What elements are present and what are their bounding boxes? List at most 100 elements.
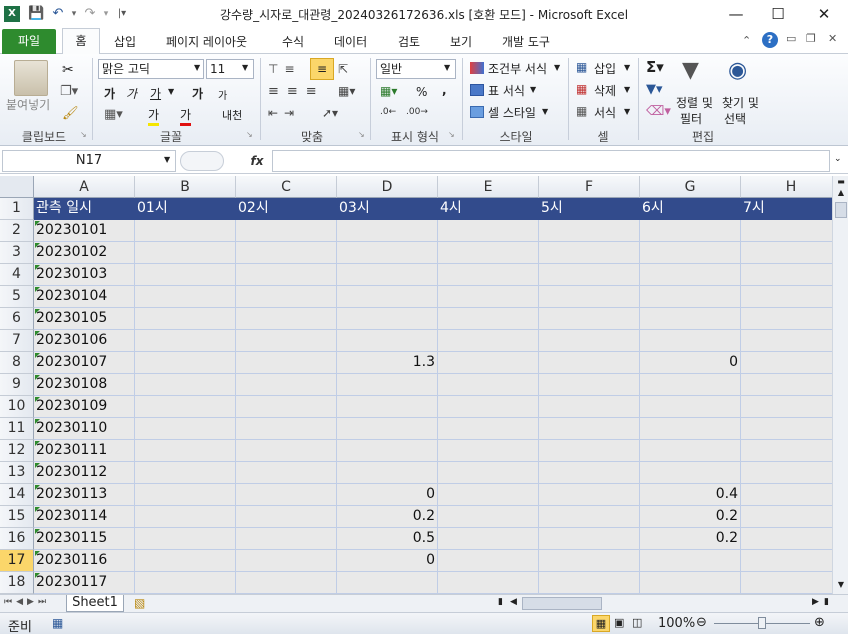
cell-c3[interactable] <box>236 242 337 264</box>
underline-dropdown-icon[interactable]: ▼ <box>168 87 174 96</box>
cell-a3[interactable]: 20230102 <box>34 242 135 264</box>
insert-cells-icon[interactable]: ▦ <box>576 60 587 74</box>
row-header-1[interactable]: 1 <box>0 198 34 220</box>
cell-g17[interactable] <box>640 550 741 572</box>
fill-icon[interactable]: ▼▾ <box>646 82 663 97</box>
cell-e3[interactable] <box>438 242 539 264</box>
phonetic-guide-button[interactable]: 내천 <box>222 107 242 123</box>
cell-b4[interactable] <box>135 264 236 286</box>
row-header-3[interactable]: 3 <box>0 242 34 264</box>
collapse-ribbon-icon[interactable]: ⌃ <box>742 34 751 47</box>
cell-g5[interactable] <box>640 286 741 308</box>
insert-sheet-icon[interactable]: ▧ <box>134 596 145 610</box>
row-header-14[interactable]: 14 <box>0 484 34 506</box>
hscroll-end-icon[interactable]: ▮ <box>824 597 829 607</box>
page-layout-view-icon[interactable]: ▣ <box>614 616 624 629</box>
cell-a13[interactable]: 20230112 <box>34 462 135 484</box>
cell-b12[interactable] <box>135 440 236 462</box>
tab-formulas[interactable]: 수식 <box>274 31 312 54</box>
cell-c14[interactable] <box>236 484 337 506</box>
scroll-left-icon[interactable]: ◀ <box>510 597 517 607</box>
macro-record-icon[interactable]: ▦ <box>52 616 63 630</box>
indent-icons[interactable]: ⇤⇥ <box>268 106 300 120</box>
scroll-down-icon[interactable]: ▼ <box>835 580 847 592</box>
cell-e16[interactable] <box>438 528 539 550</box>
cell-g7[interactable] <box>640 330 741 352</box>
close-button[interactable]: ✕ <box>804 2 844 26</box>
format-table-button[interactable]: 표 서식 <box>488 82 525 99</box>
cell-h6[interactable] <box>741 308 832 330</box>
cell-h1[interactable]: 7시 <box>741 198 832 220</box>
cell-a11[interactable]: 20230110 <box>34 418 135 440</box>
cell-b13[interactable] <box>135 462 236 484</box>
cell-a10[interactable]: 20230109 <box>34 396 135 418</box>
cell-b7[interactable] <box>135 330 236 352</box>
tab-file[interactable]: 파일 <box>2 29 56 54</box>
cell-b5[interactable] <box>135 286 236 308</box>
delete-dropdown-icon[interactable]: ▼ <box>624 85 630 94</box>
cell-d4[interactable] <box>337 264 438 286</box>
cell-g14[interactable]: 0.4 <box>640 484 741 506</box>
cell-g15[interactable]: 0.2 <box>640 506 741 528</box>
formula-input[interactable] <box>272 150 830 172</box>
find-select-button-line1[interactable]: 찾기 및 <box>722 94 759 111</box>
help-icon[interactable]: ? <box>762 32 778 48</box>
cell-g12[interactable] <box>640 440 741 462</box>
clipboard-launcher-icon[interactable]: ↘ <box>80 130 87 139</box>
cell-g11[interactable] <box>640 418 741 440</box>
cell-f11[interactable] <box>539 418 640 440</box>
cell-a15[interactable]: 20230114 <box>34 506 135 528</box>
restore-workbook-icon[interactable]: ❐ <box>806 32 816 45</box>
number-format-dropdown-icon[interactable]: ▼ <box>444 63 450 72</box>
scroll-up-icon[interactable]: ▲ <box>835 188 847 198</box>
cell-f18[interactable] <box>539 572 640 594</box>
cell-b9[interactable] <box>135 374 236 396</box>
column-header-a[interactable]: A <box>34 176 135 198</box>
font-size-dropdown-icon[interactable]: ▼ <box>242 63 248 72</box>
row-header-13[interactable]: 13 <box>0 462 34 484</box>
cell-c17[interactable] <box>236 550 337 572</box>
tab-page-layout[interactable]: 페이지 레이아웃 <box>158 31 255 54</box>
cell-d15[interactable]: 0.2 <box>337 506 438 528</box>
cell-f9[interactable] <box>539 374 640 396</box>
cell-b6[interactable] <box>135 308 236 330</box>
column-header-c[interactable]: C <box>236 176 337 198</box>
name-box-dropdown-icon[interactable]: ▼ <box>164 155 170 164</box>
row-header-9[interactable]: 9 <box>0 374 34 396</box>
tab-review[interactable]: 검토 <box>390 31 428 54</box>
cell-h8[interactable] <box>741 352 832 374</box>
insert-cells-button[interactable]: 삽입 <box>594 60 616 77</box>
wrap-text-icon[interactable]: ⇱ <box>338 62 348 76</box>
cell-b2[interactable] <box>135 220 236 242</box>
align-bottom-icon[interactable]: ≡ <box>310 58 334 80</box>
fill-color-button[interactable]: 가 <box>148 106 160 126</box>
zoom-in-icon[interactable]: ⊕ <box>814 615 825 630</box>
column-header-b[interactable]: B <box>135 176 236 198</box>
row-header-12[interactable]: 12 <box>0 440 34 462</box>
cell-g2[interactable] <box>640 220 741 242</box>
bold-button[interactable]: 가 <box>104 85 115 102</box>
cell-e18[interactable] <box>438 572 539 594</box>
cell-g8[interactable]: 0 <box>640 352 741 374</box>
tab-home[interactable]: 홈 <box>62 28 100 55</box>
cell-e11[interactable] <box>438 418 539 440</box>
cell-d18[interactable] <box>337 572 438 594</box>
cell-e17[interactable] <box>438 550 539 572</box>
name-box[interactable]: N17 <box>2 150 176 172</box>
cell-e14[interactable] <box>438 484 539 506</box>
cell-f12[interactable] <box>539 440 640 462</box>
cell-a7[interactable]: 20230106 <box>34 330 135 352</box>
merge-center-icon[interactable]: ▦▾ <box>338 84 355 98</box>
cell-a5[interactable]: 20230104 <box>34 286 135 308</box>
cell-h16[interactable] <box>741 528 832 550</box>
copy-icon[interactable]: ❐▾ <box>60 84 78 99</box>
font-launcher-icon[interactable]: ↘ <box>246 130 253 139</box>
row-header-18[interactable]: 18 <box>0 572 34 594</box>
cell-e1[interactable]: 4시 <box>438 198 539 220</box>
cell-g10[interactable] <box>640 396 741 418</box>
tab-developer[interactable]: 개발 도구 <box>494 31 558 54</box>
cell-e5[interactable] <box>438 286 539 308</box>
horizontal-align-icons[interactable]: ≡≡≡ <box>268 84 325 99</box>
cut-icon[interactable]: ✂ <box>62 62 74 78</box>
hscroll-split-icon[interactable]: ▮ <box>498 597 503 607</box>
